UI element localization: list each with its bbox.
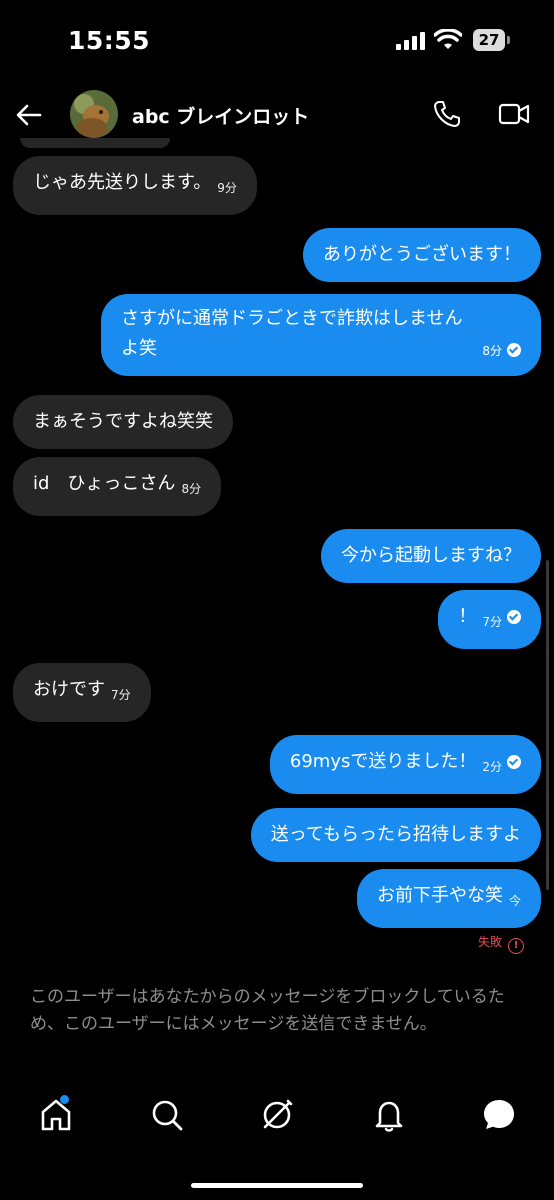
wifi-icon (434, 29, 462, 49)
home-icon[interactable] (38, 1097, 74, 1133)
read-check-icon (507, 343, 521, 357)
message-text: ありがとうございます！ (323, 244, 521, 265)
status-time: 15:55 (68, 26, 151, 55)
search-icon[interactable] (149, 1097, 185, 1133)
phone-call-icon[interactable] (432, 99, 462, 129)
message-text: まぁそうですよね笑笑 (33, 411, 213, 432)
send-failed-status[interactable]: 失敗! (478, 933, 524, 954)
contact-name[interactable]: abc ブレインロット (132, 102, 309, 129)
messages-icon[interactable] (481, 1097, 517, 1133)
explore-icon[interactable] (259, 1097, 295, 1133)
video-call-icon[interactable] (498, 101, 530, 127)
message-time: 7分 (111, 688, 131, 702)
battery-indicator: 27 (473, 29, 505, 51)
message-text: 69mysで送りました！ (289, 751, 477, 772)
read-check-icon (507, 755, 521, 769)
message-time: 8分 (482, 344, 502, 358)
message-text-line2: よ笑 (121, 338, 157, 359)
message-outgoing-failed[interactable]: お前下手やな笑今 (356, 869, 541, 928)
message-outgoing[interactable]: 送ってもらったら招待しますよ (250, 808, 541, 862)
message-time: 今 (508, 894, 521, 908)
battery-tip (507, 36, 510, 44)
message-time: 2分 (482, 760, 502, 774)
home-indicator[interactable] (191, 1183, 363, 1188)
message-incoming[interactable]: id ひょっこさん 8分 (13, 457, 222, 516)
message-time: 8分 (181, 482, 202, 496)
back-arrow-icon[interactable] (14, 100, 44, 130)
home-notification-dot (60, 1095, 69, 1104)
message-outgoing[interactable]: ありがとうございます！ (303, 228, 541, 282)
message-text-line1: さすがに通常ドラごときで詐欺はしません (121, 308, 463, 329)
message-outgoing[interactable]: 今から起動しますね？ (321, 529, 541, 583)
previous-message-stub (20, 138, 170, 148)
message-incoming[interactable]: まぁそうですよね笑笑 (13, 395, 233, 449)
blocked-notice: このユーザーはあなたからのメッセージをブロックしているため、このユーザーにはメッ… (30, 987, 505, 1034)
message-time: 9分 (217, 181, 237, 195)
message-outgoing[interactable]: ！ 7分 (438, 590, 541, 649)
message-outgoing[interactable]: 69mysで送りました！ 2分 (269, 735, 541, 794)
message-incoming[interactable]: おけです 7分 (13, 663, 151, 722)
message-text: id ひょっこさん (33, 473, 176, 494)
message-outgoing[interactable]: さすがに通常ドラごときで詐欺はしません よ笑 8分 (101, 294, 541, 376)
read-check-icon (507, 610, 521, 624)
failed-label: 失敗 (477, 935, 502, 949)
notifications-icon[interactable] (371, 1097, 407, 1133)
message-text: じゃあ先送りします。 (33, 172, 212, 193)
message-text: ！ (458, 606, 477, 627)
message-text: 今から起動しますね？ (341, 545, 521, 566)
cell-signal-icon (396, 32, 425, 50)
message-text: 送ってもらったら招待しますよ (270, 824, 521, 845)
message-text: おけです (33, 679, 105, 700)
message-text: お前下手やな笑 (376, 885, 503, 906)
message-incoming[interactable]: じゃあ先送りします。 9分 (13, 156, 257, 215)
scrollbar[interactable] (546, 560, 549, 890)
error-info-icon: ! (508, 938, 524, 954)
contact-avatar[interactable] (70, 90, 118, 138)
message-time: 7分 (482, 615, 502, 629)
